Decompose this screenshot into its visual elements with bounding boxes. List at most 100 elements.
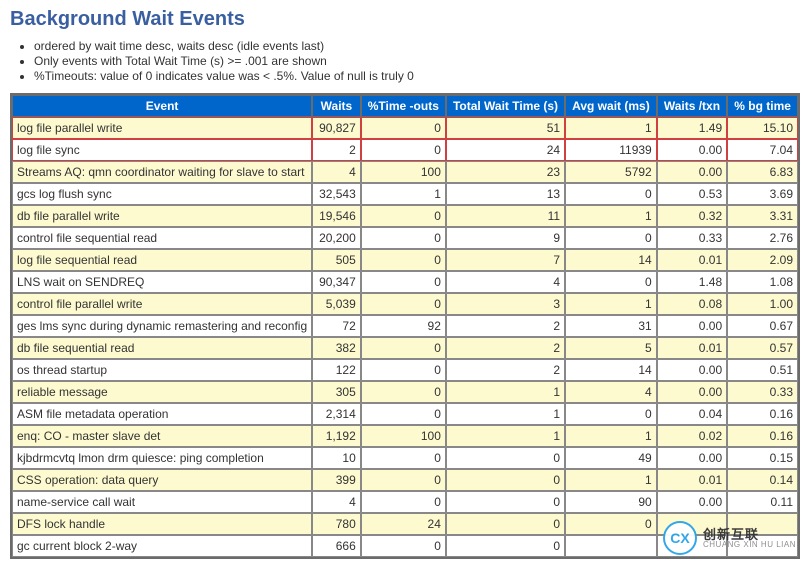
cell-event: ges lms sync during dynamic remastering … (12, 315, 312, 337)
page-title: Background Wait Events (10, 8, 802, 31)
cell-timeouts: 100 (361, 425, 446, 447)
cell-avg-wait: 1 (565, 469, 657, 491)
cell-event: gcs log flush sync (12, 183, 312, 205)
cell-event: control file sequential read (12, 227, 312, 249)
cell-avg-wait: 90 (565, 491, 657, 513)
cell-waits-txn: 0.01 (657, 469, 727, 491)
cell-avg-wait: 5 (565, 337, 657, 359)
cell-timeouts: 0 (361, 491, 446, 513)
cell-avg-wait: 0 (565, 227, 657, 249)
table-row: os thread startup12202140.000.51 (12, 359, 798, 381)
table-row: control file parallel write5,0390310.081… (12, 293, 798, 315)
cell-waits-txn: 0.53 (657, 183, 727, 205)
cell-avg-wait: 1 (565, 293, 657, 315)
cell-waits: 5,039 (312, 293, 361, 315)
cell-waits-txn: 0.32 (657, 205, 727, 227)
cell-total-wait: 2 (446, 337, 565, 359)
cell-timeouts: 92 (361, 315, 446, 337)
table-row: log file sync2024119390.007.04 (12, 139, 798, 161)
table-row: db file sequential read3820250.010.57 (12, 337, 798, 359)
cell-bg-time: 2.09 (727, 249, 798, 271)
cell-timeouts: 0 (361, 403, 446, 425)
cell-bg-time: 0.51 (727, 359, 798, 381)
cell-bg-time: 7.04 (727, 139, 798, 161)
cell-waits: 305 (312, 381, 361, 403)
cell-event: log file sequential read (12, 249, 312, 271)
cell-event: kjbdrmcvtq lmon drm quiesce: ping comple… (12, 447, 312, 469)
cell-waits-txn: 0.02 (657, 425, 727, 447)
cell-event: LNS wait on SENDREQ (12, 271, 312, 293)
col-total-wait: Total Wait Time (s) (446, 95, 565, 117)
table-row: Streams AQ: qmn coordinator waiting for … (12, 161, 798, 183)
cell-event: db file sequential read (12, 337, 312, 359)
cell-event: DFS lock handle (12, 513, 312, 535)
cell-total-wait: 24 (446, 139, 565, 161)
cell-bg-time: 3.69 (727, 183, 798, 205)
cell-total-wait: 4 (446, 271, 565, 293)
cell-waits: 90,347 (312, 271, 361, 293)
cell-event: ASM file metadata operation (12, 403, 312, 425)
cell-event: Streams AQ: qmn coordinator waiting for … (12, 161, 312, 183)
cell-timeouts: 0 (361, 271, 446, 293)
cell-waits-txn: 0.04 (657, 403, 727, 425)
cell-waits-txn: 0.00 (657, 381, 727, 403)
cell-timeouts: 0 (361, 359, 446, 381)
cell-waits: 19,546 (312, 205, 361, 227)
cell-timeouts: 0 (361, 447, 446, 469)
cell-total-wait: 1 (446, 381, 565, 403)
cell-event: os thread startup (12, 359, 312, 381)
table-row: reliable message3050140.000.33 (12, 381, 798, 403)
cell-bg-time: 1.00 (727, 293, 798, 315)
cell-avg-wait: 49 (565, 447, 657, 469)
cell-bg-time: 0.16 (727, 425, 798, 447)
table-row: LNS wait on SENDREQ90,3470401.481.08 (12, 271, 798, 293)
cell-bg-time: 0.14 (727, 469, 798, 491)
cell-bg-time: 2.76 (727, 227, 798, 249)
notes-list: ordered by wait time desc, waits desc (i… (34, 39, 802, 83)
cell-waits: 10 (312, 447, 361, 469)
cell-waits-txn: 0.00 (657, 359, 727, 381)
cell-timeouts: 0 (361, 293, 446, 315)
cell-total-wait: 0 (446, 447, 565, 469)
cell-bg-time: 0.57 (727, 337, 798, 359)
cell-total-wait: 1 (446, 425, 565, 447)
cell-bg-time: 3.31 (727, 205, 798, 227)
cell-waits-txn: 0.00 (657, 447, 727, 469)
cell-avg-wait: 0 (565, 513, 657, 535)
table-row: log file parallel write90,82705111.4915.… (12, 117, 798, 139)
cell-avg-wait: 0 (565, 271, 657, 293)
cell-avg-wait: 14 (565, 249, 657, 271)
cell-waits: 4 (312, 491, 361, 513)
cell-timeouts: 0 (361, 469, 446, 491)
cell-total-wait: 0 (446, 513, 565, 535)
cell-total-wait: 23 (446, 161, 565, 183)
cell-timeouts: 100 (361, 161, 446, 183)
table-row: kjbdrmcvtq lmon drm quiesce: ping comple… (12, 447, 798, 469)
cell-waits-txn: 0.00 (657, 315, 727, 337)
cell-bg-time: 1.08 (727, 271, 798, 293)
cell-timeouts: 1 (361, 183, 446, 205)
table-row: log file sequential read50507140.012.09 (12, 249, 798, 271)
cell-event: CSS operation: data query (12, 469, 312, 491)
cell-waits: 780 (312, 513, 361, 535)
cell-bg-time: 0.15 (727, 447, 798, 469)
cell-waits: 90,827 (312, 117, 361, 139)
cell-event: control file parallel write (12, 293, 312, 315)
cell-avg-wait: 1 (565, 425, 657, 447)
table-header-row: Event Waits %Time -outs Total Wait Time … (12, 95, 798, 117)
cell-waits: 505 (312, 249, 361, 271)
cell-total-wait: 2 (446, 315, 565, 337)
cell-bg-time: 0.16 (727, 403, 798, 425)
table-row: ges lms sync during dynamic remastering … (12, 315, 798, 337)
cell-avg-wait: 31 (565, 315, 657, 337)
table-row: gcs log flush sync32,54311300.533.69 (12, 183, 798, 205)
cell-waits: 32,543 (312, 183, 361, 205)
cell-event: log file parallel write (12, 117, 312, 139)
cell-timeouts: 0 (361, 205, 446, 227)
cell-waits-txn: 0.00 (657, 161, 727, 183)
cell-timeouts: 0 (361, 337, 446, 359)
cell-total-wait: 51 (446, 117, 565, 139)
cell-waits: 72 (312, 315, 361, 337)
cell-waits-txn: 0.08 (657, 293, 727, 315)
cell-total-wait: 13 (446, 183, 565, 205)
